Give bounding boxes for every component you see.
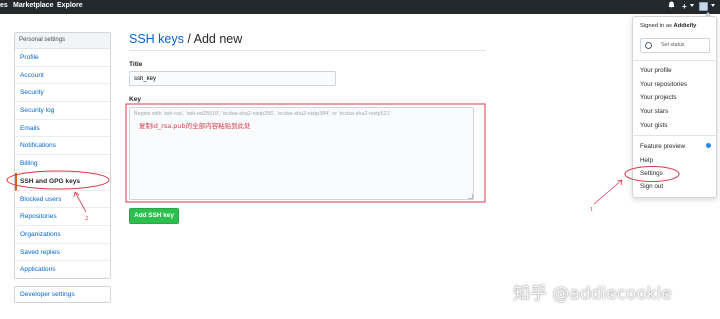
page-title: SSH keys / Add new bbox=[129, 32, 242, 46]
menu-item-settings[interactable]: Settings bbox=[640, 170, 663, 177]
sidebar-item-applications[interactable]: Applications bbox=[15, 261, 110, 279]
chevron-down-icon[interactable] bbox=[690, 4, 694, 7]
arrow-head-1 bbox=[616, 179, 623, 186]
title-label: Title bbox=[129, 61, 143, 68]
sidebar-item-account[interactable]: Account bbox=[15, 67, 110, 85]
menu-item-your-stars[interactable]: Your stars bbox=[640, 108, 668, 115]
signed-in-prefix: Signed in as bbox=[640, 23, 674, 29]
sidebar-item-security-log[interactable]: Security log bbox=[15, 102, 110, 120]
key-placeholder: Begins with 'ssh-rsa', 'ssh-ed25519', 'e… bbox=[134, 111, 391, 117]
sidebar-item-developer-settings[interactable]: Developer settings bbox=[14, 286, 111, 303]
sidebar-header: Personal settings bbox=[15, 33, 110, 49]
menu-item-sign-out[interactable]: Sign out bbox=[640, 183, 663, 190]
chevron-down-icon[interactable] bbox=[711, 4, 715, 7]
key-label: Key bbox=[129, 96, 142, 103]
sidebar-item-repositories[interactable]: Repositories bbox=[15, 208, 110, 226]
sidebar-item-ssh-gpg-keys[interactable]: SSH and GPG keys bbox=[15, 172, 110, 191]
sidebar-item-security[interactable]: Security bbox=[15, 84, 110, 103]
dropdown-divider bbox=[632, 135, 717, 136]
arrow-line-1 bbox=[593, 179, 623, 205]
nav-link-partial[interactable]: es bbox=[0, 2, 8, 9]
title-input[interactable] bbox=[129, 71, 336, 86]
sidebar-item-billing[interactable]: Billing bbox=[15, 155, 110, 173]
watermark: 知乎 @addiecookie bbox=[513, 284, 672, 304]
username: Addiefly bbox=[673, 23, 697, 29]
sidebar-item-profile[interactable]: Profile bbox=[15, 49, 110, 67]
nav-link-marketplace[interactable]: Marketplace bbox=[13, 2, 53, 9]
nav-link-explore[interactable]: Explore bbox=[57, 2, 83, 9]
page-title-text: Add new bbox=[193, 32, 243, 46]
menu-item-your-profile[interactable]: Your profile bbox=[640, 67, 672, 74]
sidebar-item-saved-replies[interactable]: Saved replies bbox=[15, 244, 110, 262]
settings-sidebar: Personal settings Profile Account Securi… bbox=[14, 32, 111, 279]
signed-in-text: Signed in as Addiefly bbox=[640, 23, 696, 29]
sidebar-item-blocked-users[interactable]: Blocked users bbox=[15, 191, 110, 209]
avatar[interactable] bbox=[699, 2, 708, 11]
annotation-number-2: 2 bbox=[85, 215, 89, 222]
menu-item-your-repositories[interactable]: Your repositories bbox=[640, 81, 687, 88]
menu-item-feature-preview[interactable]: Feature preview bbox=[640, 143, 685, 150]
annotation-number-1: 1 bbox=[590, 206, 594, 213]
menu-item-your-gists[interactable]: Your gists bbox=[640, 122, 667, 129]
smiley-icon bbox=[645, 42, 652, 49]
breadcrumb-ssh-keys[interactable]: SSH keys bbox=[129, 32, 184, 46]
sidebar-item-emails[interactable]: Emails bbox=[15, 120, 110, 138]
sidebar-item-notifications[interactable]: Notifications bbox=[15, 137, 110, 156]
menu-item-your-projects[interactable]: Your projects bbox=[640, 94, 677, 101]
menu-item-help[interactable]: Help bbox=[640, 157, 653, 164]
bell-icon[interactable] bbox=[668, 1, 675, 12]
annotation-note: 复制id_rsa.pub的全部内容粘贴到此处 bbox=[139, 122, 251, 130]
add-ssh-key-button[interactable]: Add SSH key bbox=[129, 208, 179, 224]
plus-icon[interactable]: + bbox=[682, 1, 687, 12]
new-feature-dot-icon bbox=[706, 143, 711, 148]
sidebar-item-organizations[interactable]: Organizations bbox=[15, 226, 110, 244]
dropdown-divider bbox=[632, 60, 717, 61]
resize-handle-icon[interactable] bbox=[468, 194, 473, 199]
top-nav-bar: es Marketplace Explore + bbox=[0, 0, 720, 14]
breadcrumb-separator: / bbox=[183, 32, 194, 46]
title-divider bbox=[129, 50, 486, 51]
